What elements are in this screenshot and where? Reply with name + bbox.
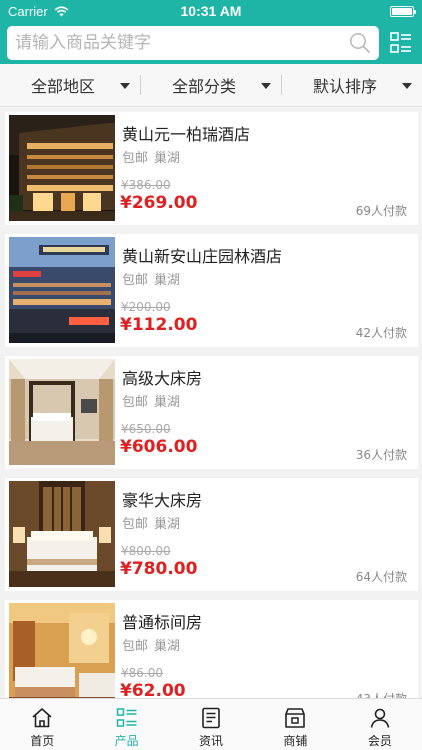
product-card[interactable]: 豪华大床房 包邮 巢湖 ¥800.00 ¥780.00 64人付款 [5, 478, 418, 591]
original-price: ¥650.00 [121, 422, 171, 436]
product-image-twin-room[interactable] [9, 603, 115, 698]
tag-location: 巢湖 [154, 151, 181, 166]
product-image-hotel-exterior-night[interactable] [9, 115, 115, 221]
product-card[interactable]: 高级大床房 包邮 巢湖 ¥650.00 ¥606.00 36人付款 [5, 356, 418, 469]
tag-free-shipping: 包邮 [122, 639, 149, 654]
product-image-canopy-bed-room[interactable] [9, 359, 115, 465]
product-tags: 包邮 巢湖 [122, 513, 186, 532]
status-bar: Carrier 10:31 AM [0, 0, 422, 22]
product-list-icon [116, 708, 137, 727]
tab-products[interactable]: 产品 [84, 699, 168, 750]
tab-news[interactable]: 资讯 [169, 699, 253, 750]
sale-price: ¥780.00 [120, 559, 198, 579]
tag-free-shipping: 包邮 [122, 517, 149, 532]
original-price: ¥200.00 [121, 300, 171, 314]
search-box[interactable] [7, 26, 379, 60]
sale-price: ¥269.00 [120, 193, 198, 213]
wifi-icon [54, 6, 69, 16]
app-header: Carrier 10:31 AM [0, 0, 422, 64]
product-tags: 包邮 巢湖 [122, 635, 186, 654]
carrier-label: Carrier [8, 3, 48, 19]
news-icon [202, 707, 220, 729]
tab-news-label: 资讯 [199, 734, 224, 748]
tab-home-label: 首页 [30, 734, 55, 748]
tag-location: 巢湖 [154, 639, 181, 654]
filter-region[interactable]: 全部地区 [0, 64, 140, 107]
bottom-tab-bar: 首页 产品 资讯 商铺 会员 [0, 698, 422, 750]
filter-sort[interactable]: 默认排序 [282, 64, 422, 107]
product-card[interactable]: 黄山元一柏瑞酒店 包邮 巢湖 ¥386.00 ¥269.00 69人付款 [5, 112, 418, 225]
tab-member[interactable]: 会员 [338, 699, 422, 750]
grid-list-icon [389, 32, 411, 53]
tag-location: 巢湖 [154, 273, 181, 288]
product-card[interactable]: 普通标间房 包邮巢湖 ¥86.00 ¥62.00 43人付款 [5, 600, 418, 698]
sale-price: ¥62.00 [120, 681, 186, 698]
product-card[interactable]: 黄山新安山庄园林酒店 包邮 巢湖 ¥200.00 ¥112.00 42人付款 [5, 234, 418, 347]
filter-sort-label: 默认排序 [312, 77, 377, 96]
sold-count: 43人付款 [356, 690, 407, 698]
tab-home[interactable]: 首页 [0, 699, 84, 750]
product-list[interactable]: 黄山元一柏瑞酒店 包邮 巢湖 ¥386.00 ¥269.00 69人付款 黄山新… [0, 109, 422, 698]
filter-region-label: 全部地区 [30, 77, 95, 96]
product-title[interactable]: 高级大床房 [122, 365, 202, 389]
product-image-hotel-exterior-dusk[interactable] [9, 237, 115, 343]
product-title[interactable]: 豪华大床房 [122, 487, 202, 511]
member-icon [370, 708, 390, 728]
shop-icon [285, 708, 306, 728]
tab-shop[interactable]: 商铺 [253, 699, 337, 750]
tag-location: 巢湖 [154, 395, 181, 410]
search-input[interactable] [15, 33, 349, 53]
tag-location: 巢湖 [154, 517, 181, 532]
sold-count: 64人付款 [355, 570, 407, 584]
sale-price: ¥606.00 [120, 437, 198, 457]
original-price: ¥386.00 [121, 178, 171, 192]
product-image-luxury-bed-room[interactable] [9, 481, 115, 587]
sale-price: ¥112.00 [120, 315, 198, 335]
search-icon[interactable] [349, 32, 371, 54]
product-title[interactable]: 普通标间房 [122, 609, 202, 633]
home-icon [32, 708, 52, 728]
tag-free-shipping: 包邮 [122, 273, 149, 288]
product-tags: 包邮 巢湖 [122, 147, 186, 166]
sold-count: 69人付款 [355, 204, 407, 218]
product-tags: 包邮 巢湖 [122, 269, 186, 288]
caret-down-icon [261, 82, 271, 89]
tag-free-shipping: 包邮 [122, 151, 149, 166]
tab-products-label: 产品 [114, 734, 139, 748]
tab-shop-label: 商铺 [283, 734, 308, 748]
filter-category[interactable]: 全部分类 [141, 64, 281, 107]
original-price: ¥800.00 [121, 544, 171, 558]
sold-count: 36人付款 [355, 448, 407, 462]
filter-category-label: 全部分类 [171, 77, 236, 96]
product-tags: 包邮 巢湖 [122, 391, 186, 410]
product-title[interactable]: 黄山新安山庄园林酒店 [122, 243, 282, 267]
original-price: ¥86.00 [121, 666, 163, 680]
product-title[interactable]: 黄山元一柏瑞酒店 [122, 121, 250, 145]
filter-bar: 全部地区 全部分类 默认排序 [0, 64, 422, 107]
battery-icon [390, 5, 416, 17]
tag-free-shipping: 包邮 [122, 395, 149, 410]
caret-down-icon [120, 82, 130, 89]
sold-count: 42人付款 [355, 326, 407, 340]
caret-down-icon [402, 82, 412, 89]
category-menu-button[interactable] [379, 26, 422, 60]
tab-member-label: 会员 [367, 734, 392, 748]
